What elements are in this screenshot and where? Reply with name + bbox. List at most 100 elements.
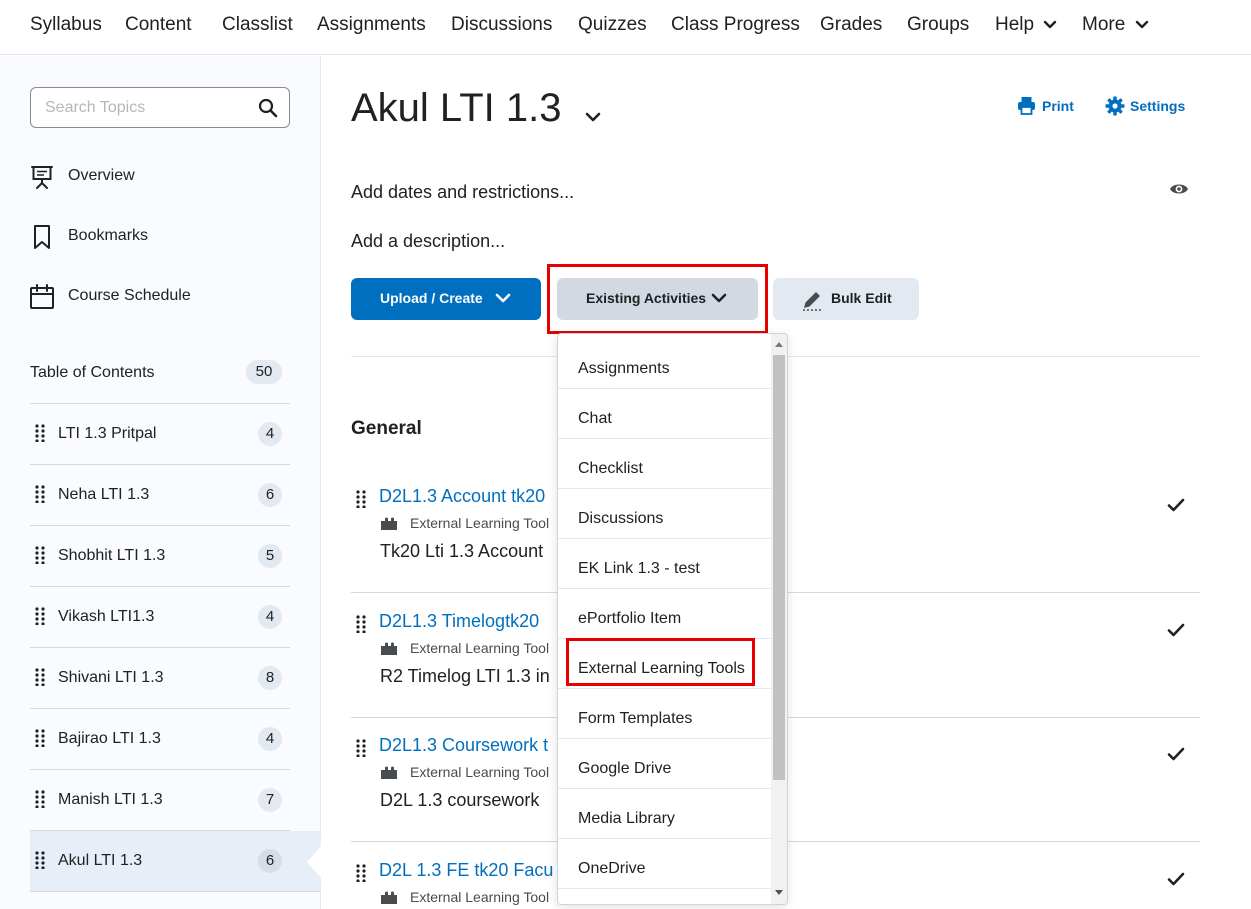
nav-syllabus[interactable]: Syllabus	[30, 13, 102, 37]
nav-help[interactable]: Help	[995, 13, 1057, 37]
drag-handle-icon[interactable]	[35, 485, 45, 503]
menu-item-label: Checklist	[578, 460, 643, 477]
menu-item-label: Form Templates	[578, 710, 693, 727]
calendar-icon	[30, 284, 54, 309]
module-count-badge: 8	[258, 666, 282, 690]
menu-item-form-templates[interactable]: Form Templates	[558, 689, 771, 739]
menu-item-google-drive[interactable]: Google Drive	[558, 739, 771, 789]
nav-quizzes[interactable]: Quizzes	[578, 13, 647, 37]
chevron-down-icon[interactable]	[583, 110, 603, 124]
menu-item-label: OneDrive	[578, 860, 646, 877]
topic-title-link[interactable]: D2L1.3 Timelogtk20	[379, 611, 539, 632]
drag-handle-icon[interactable]	[356, 490, 366, 508]
nav-content[interactable]: Content	[125, 13, 192, 37]
module-item[interactable]: Manish LTI 1.3 7	[30, 770, 290, 831]
puzzle-piece-icon	[381, 517, 397, 530]
scroll-up-arrow-icon[interactable]	[775, 342, 783, 347]
module-item[interactable]: Bajirao LTI 1.3 4	[30, 709, 290, 770]
drag-handle-icon[interactable]	[35, 790, 45, 808]
search-icon[interactable]	[258, 98, 278, 118]
drag-handle-icon[interactable]	[356, 615, 366, 633]
topic-title-link[interactable]: D2L1.3 Account tk20	[379, 486, 545, 507]
menu-item-external-learning-tools[interactable]: External Learning Tools	[558, 639, 771, 689]
settings-label: Settings	[1130, 98, 1186, 114]
nav-classlist[interactable]: Classlist	[222, 13, 293, 37]
module-item[interactable]: Shivani LTI 1.3 8	[30, 648, 290, 709]
drag-handle-icon[interactable]	[35, 607, 45, 625]
sidebar-overview[interactable]: Overview	[30, 162, 290, 192]
nav-discussions[interactable]: Discussions	[451, 13, 552, 37]
settings-button[interactable]: Settings	[1105, 96, 1195, 116]
content-sidebar: Overview Bookmarks Course Schedule Table…	[0, 56, 321, 909]
existing-activities-menu: Assignments Chat Checklist Discussions E…	[557, 333, 788, 905]
nav-more-label: More	[1082, 14, 1126, 35]
menu-scrollbar[interactable]	[771, 334, 787, 904]
module-label: Vikash LTI1.3	[58, 608, 155, 625]
menu-item-checklist[interactable]: Checklist	[558, 439, 771, 489]
module-item[interactable]: Vikash LTI1.3 4	[30, 587, 290, 648]
active-module-pointer	[307, 846, 321, 878]
nav-more[interactable]: More	[1082, 13, 1149, 37]
menu-item-media-library[interactable]: Media Library	[558, 789, 771, 839]
topic-title-link[interactable]: D2L 1.3 FE tk20 Facu	[379, 860, 553, 881]
bulk-edit-button[interactable]: Bulk Edit	[773, 278, 919, 320]
upload-create-label: Upload / Create	[380, 290, 483, 306]
table-of-contents[interactable]: Table of Contents 50	[30, 356, 290, 404]
module-label: Shobhit LTI 1.3	[58, 547, 166, 564]
module-label: Neha LTI 1.3	[58, 486, 150, 503]
sidebar-course-schedule-label: Course Schedule	[68, 287, 191, 304]
menu-item-label: Chat	[578, 410, 612, 427]
checkmark-icon	[1167, 872, 1185, 886]
add-dates-link[interactable]: Add dates and restrictions...	[351, 182, 574, 203]
drag-handle-icon[interactable]	[35, 546, 45, 564]
search-topics-input[interactable]	[45, 97, 245, 119]
drag-handle-icon[interactable]	[356, 864, 366, 882]
nav-class-progress[interactable]: Class Progress	[671, 13, 800, 37]
eye-icon[interactable]	[1169, 181, 1189, 197]
sidebar-bookmarks[interactable]: Bookmarks	[30, 222, 290, 252]
drag-handle-icon[interactable]	[35, 851, 45, 869]
menu-item-ek-link[interactable]: EK Link 1.3 - test	[558, 539, 771, 589]
nav-assignments[interactable]: Assignments	[317, 13, 426, 37]
drag-handle-icon[interactable]	[35, 424, 45, 442]
drag-handle-icon[interactable]	[356, 739, 366, 757]
gear-icon	[1105, 96, 1125, 116]
nav-groups[interactable]: Groups	[907, 13, 969, 37]
topic-description: D2L 1.3 coursework	[380, 790, 540, 810]
module-item[interactable]: Shobhit LTI 1.3 5	[30, 526, 290, 587]
module-label: Manish LTI 1.3	[58, 791, 163, 808]
toc-label: Table of Contents	[30, 364, 155, 381]
menu-item-chat[interactable]: Chat	[558, 389, 771, 439]
module-count-badge: 4	[258, 422, 282, 446]
drag-handle-icon[interactable]	[35, 668, 45, 686]
nav-grades[interactable]: Grades	[820, 13, 882, 37]
drag-handle-icon[interactable]	[35, 729, 45, 747]
chevron-down-icon	[495, 293, 511, 303]
topic-title-link[interactable]: D2L1.3 Coursework t	[379, 735, 548, 756]
menu-item-eportfolio[interactable]: ePortfolio Item	[558, 589, 771, 639]
module-item-active[interactable]: Akul LTI 1.3 6	[30, 831, 321, 892]
module-count-badge: 6	[258, 849, 282, 873]
existing-activities-button[interactable]: Existing Activities	[557, 278, 758, 320]
sidebar-course-schedule[interactable]: Course Schedule	[30, 282, 290, 312]
module-item[interactable]: LTI 1.3 Pritpal 4	[30, 404, 290, 465]
menu-item-discussions[interactable]: Discussions	[558, 489, 771, 539]
module-label: Shivani LTI 1.3	[58, 669, 164, 686]
menu-scrollbar-thumb[interactable]	[773, 355, 785, 780]
nav-help-label: Help	[995, 14, 1035, 35]
menu-item-onedrive[interactable]: OneDrive	[558, 839, 771, 889]
upload-create-button[interactable]: Upload / Create	[351, 278, 541, 320]
chevron-down-icon	[1135, 20, 1148, 29]
puzzle-piece-icon	[381, 891, 397, 904]
module-item[interactable]: Neha LTI 1.3 6	[30, 465, 290, 526]
menu-item-assignments[interactable]: Assignments	[558, 339, 771, 389]
presentation-icon	[31, 166, 53, 189]
add-description-link[interactable]: Add a description...	[351, 231, 505, 252]
module-count-badge: 4	[258, 727, 282, 751]
existing-activities-label: Existing Activities	[586, 290, 707, 306]
menu-item-label: EK Link 1.3 - test	[578, 560, 700, 577]
scroll-down-arrow-icon[interactable]	[775, 890, 783, 895]
print-button[interactable]: Print	[1017, 96, 1087, 116]
printer-icon	[1018, 97, 1035, 115]
topic-type-label: External Learning Tool	[410, 889, 550, 905]
